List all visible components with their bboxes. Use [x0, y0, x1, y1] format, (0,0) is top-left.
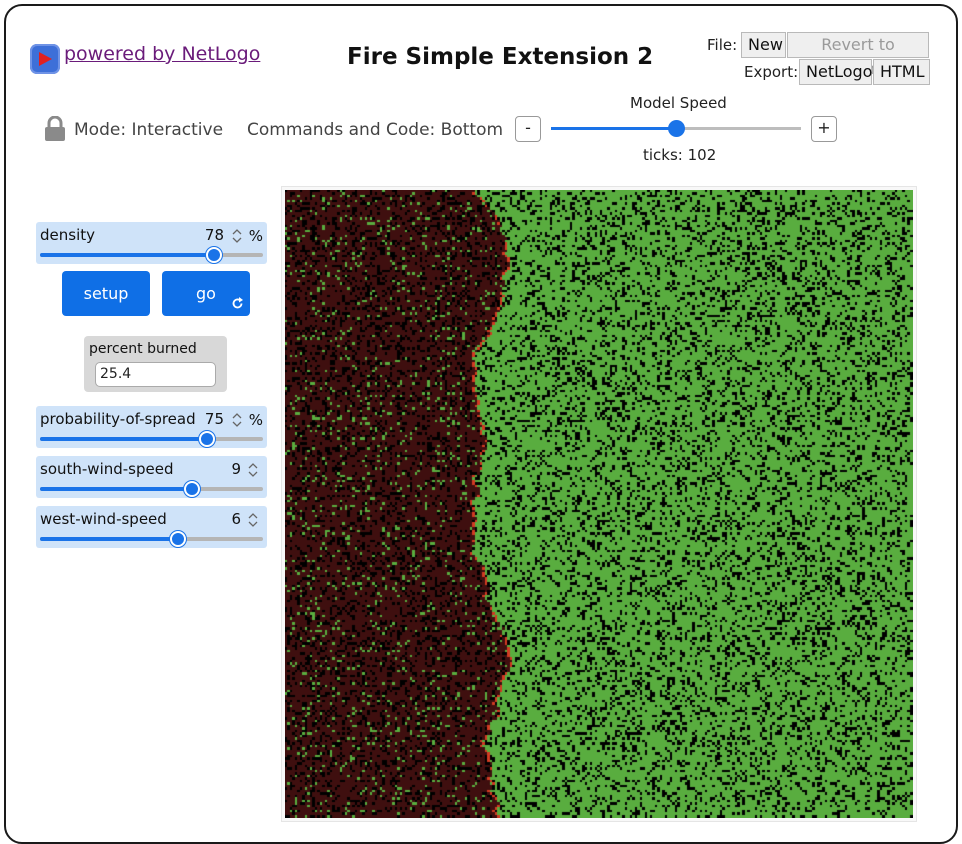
west-wind-label: west-wind-speed — [40, 510, 167, 528]
monitor-label: percent burned — [89, 341, 197, 357]
model-speed-label: Model Speed — [630, 94, 727, 112]
mode-toggle[interactable]: Mode: Interactive — [74, 120, 223, 140]
monitor-value: 25.4 — [95, 362, 216, 387]
go-label: go — [196, 284, 216, 303]
probability-value[interactable]: 75 — [205, 410, 224, 428]
speed-increase-button[interactable]: + — [811, 116, 837, 142]
density-track[interactable] — [40, 253, 263, 257]
south-wind-track[interactable] — [40, 487, 263, 491]
model-title: Fire Simple Extension 2 — [347, 44, 654, 70]
forever-icon — [232, 297, 243, 309]
probability-label: probability-of-spread — [40, 410, 196, 428]
west-wind-value[interactable]: 6 — [231, 510, 241, 528]
west-wind-slider[interactable]: west-wind-speed 6 — [36, 506, 267, 548]
density-fill — [40, 253, 214, 257]
export-label: Export: — [744, 63, 799, 81]
density-slider[interactable]: density 78 % — [36, 222, 267, 264]
south-wind-spinner-icon[interactable] — [248, 462, 258, 478]
percent-burned-monitor: percent burned 25.4 — [84, 336, 227, 392]
west-wind-track[interactable] — [40, 537, 263, 541]
probability-spinner-icon[interactable] — [232, 412, 242, 428]
density-label: density — [40, 226, 95, 244]
west-wind-spinner-icon[interactable] — [248, 512, 258, 528]
new-button[interactable]: New — [741, 32, 786, 58]
go-button[interactable]: go — [162, 271, 250, 316]
export-html-button[interactable]: HTML — [873, 59, 930, 85]
density-value[interactable]: 78 — [205, 226, 224, 244]
setup-button[interactable]: setup — [62, 271, 150, 316]
probability-slider[interactable]: probability-of-spread 75 % — [36, 406, 267, 448]
commands-position-toggle[interactable]: Commands and Code: Bottom — [247, 120, 503, 140]
south-wind-thumb[interactable] — [183, 481, 200, 497]
probability-thumb[interactable] — [199, 431, 216, 447]
probability-track[interactable] — [40, 437, 263, 441]
south-wind-label: south-wind-speed — [40, 460, 174, 478]
netlogo-logo-icon[interactable] — [30, 44, 60, 74]
west-wind-thumb[interactable] — [170, 531, 187, 547]
export-netlogo-button[interactable]: NetLogo — [799, 59, 872, 85]
south-wind-value[interactable]: 9 — [231, 460, 241, 478]
powered-by-link[interactable]: powered by NetLogo — [64, 43, 260, 65]
probability-fill — [40, 437, 208, 441]
density-thumb[interactable] — [205, 247, 222, 263]
density-unit: % — [248, 227, 263, 245]
revert-button[interactable]: Revert to Original — [787, 32, 929, 78]
density-spinner-icon[interactable] — [232, 228, 242, 244]
probability-unit: % — [248, 411, 263, 429]
speed-decrease-button[interactable]: - — [515, 116, 541, 142]
world-view[interactable] — [285, 190, 913, 818]
west-wind-fill — [40, 537, 179, 541]
speed-slider-thumb[interactable] — [668, 120, 685, 137]
south-wind-fill — [40, 487, 192, 491]
file-label: File: — [707, 36, 738, 54]
speed-slider-fill — [551, 127, 676, 130]
south-wind-slider[interactable]: south-wind-speed 9 — [36, 456, 267, 498]
ticks-counter: ticks: 102 — [643, 146, 717, 164]
lock-icon[interactable] — [44, 115, 66, 146]
